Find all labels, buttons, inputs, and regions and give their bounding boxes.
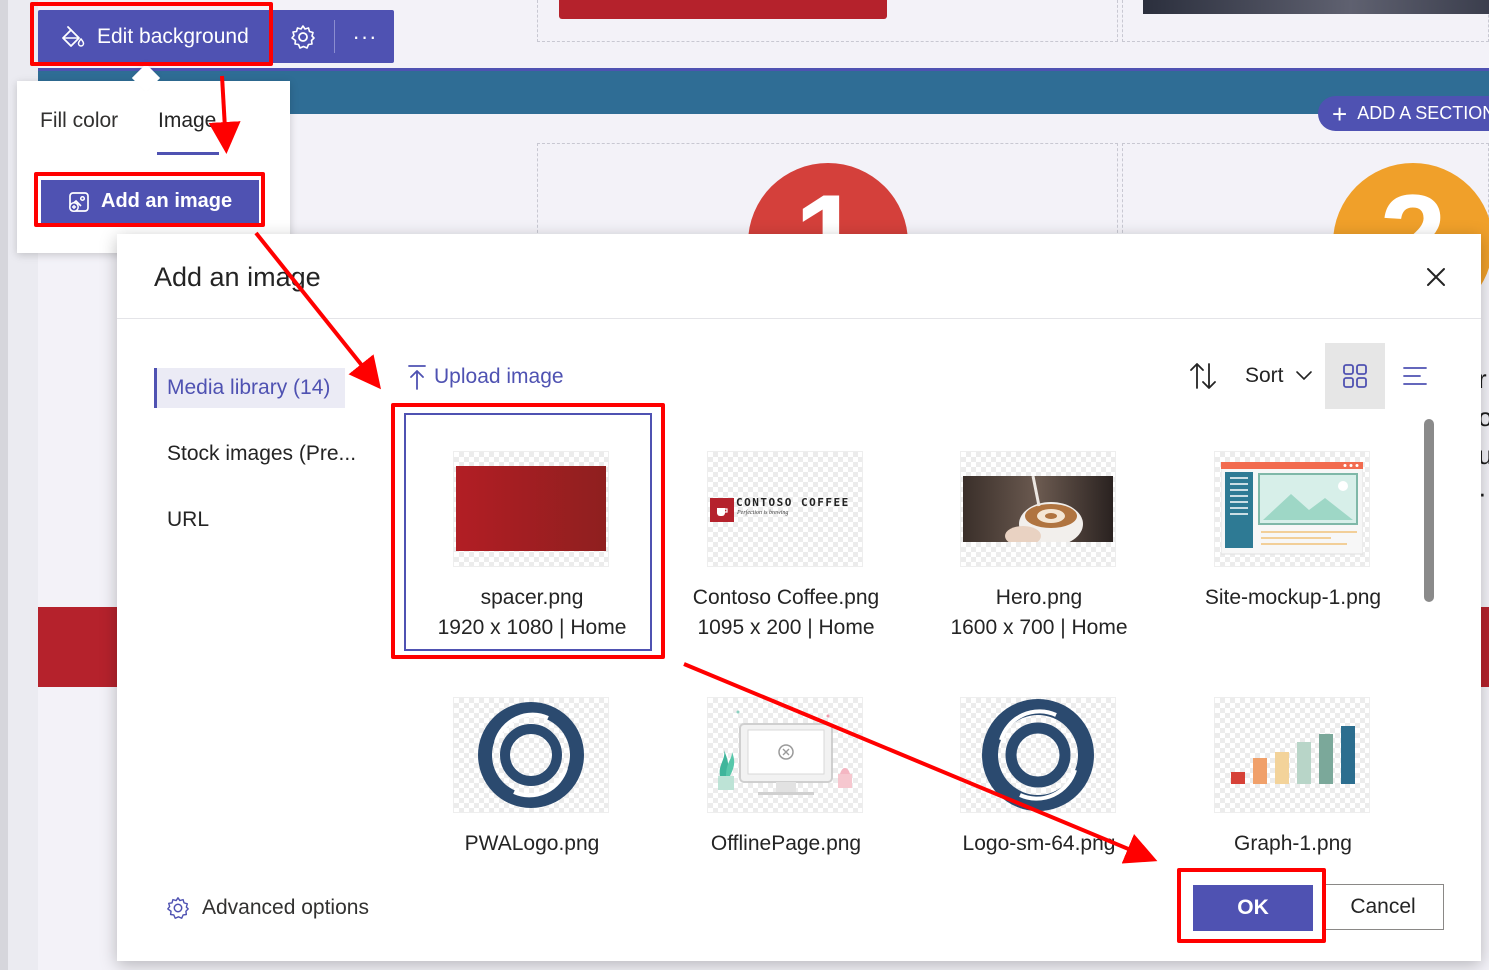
image-meta: 1600 x 700 | Home — [950, 616, 1128, 639]
cancel-button[interactable]: Cancel — [1322, 884, 1444, 930]
close-icon — [1427, 268, 1445, 286]
background-popover — [17, 81, 290, 253]
contoso-logo-tagline: Perfection is brewing — [737, 510, 789, 516]
latte-photo — [963, 476, 1113, 542]
image-name: Contoso Coffee.png — [692, 586, 880, 609]
nav-media-library[interactable]: Media library (14) — [167, 376, 330, 400]
tab-image[interactable]: Image — [158, 109, 216, 133]
annotation-box-add-image — [34, 172, 265, 227]
image-tile[interactable]: CONTOSO COFFEE Perfection is brewing Con… — [659, 414, 899, 644]
image-name: Graph-1.png — [1234, 832, 1352, 855]
advanced-options-label: Advanced options — [202, 896, 369, 919]
ring-logo — [982, 699, 1094, 811]
upload-icon — [408, 365, 426, 390]
bar-graph-illustration — [1231, 726, 1355, 784]
more-icon: ··· — [352, 23, 378, 49]
add-section-label: ADD A SECTION — [1357, 103, 1489, 123]
coffee-cup-icon — [717, 508, 728, 516]
contoso-logo-text: CONTOSO COFFEE — [736, 496, 850, 509]
left-gutter — [0, 0, 8, 970]
grid-view-button[interactable] — [1325, 343, 1385, 409]
nav-stock-images[interactable]: Stock images (Pre... — [167, 442, 356, 466]
annotation-box-selected-image — [391, 403, 665, 659]
close-button[interactable] — [1421, 262, 1451, 292]
sort-direction-button[interactable] — [1188, 360, 1218, 392]
gear-icon — [291, 24, 315, 49]
image-thumbnail: CONTOSO COFFEE Perfection is brewing — [708, 452, 862, 566]
image-thumbnail — [1215, 452, 1369, 566]
background-red-button[interactable] — [559, 0, 887, 19]
tab-image-indicator — [157, 152, 219, 155]
add-section-button[interactable]: + ADD A SECTION — [1318, 96, 1489, 131]
section-settings-button[interactable] — [280, 10, 326, 63]
ring-logo — [478, 702, 584, 808]
image-tile[interactable]: Hero.png 1600 x 700 | Home — [912, 414, 1152, 644]
offline-illustration — [718, 710, 852, 795]
image-tile[interactable]: OfflinePage.png — [659, 660, 899, 890]
toolbar-separator — [334, 20, 335, 53]
image-meta: 1095 x 200 | Home — [697, 616, 875, 639]
background-image-partial — [1143, 0, 1489, 14]
scrollbar-thumb[interactable] — [1424, 419, 1434, 602]
list-icon — [1403, 367, 1427, 385]
image-thumbnail — [961, 698, 1115, 812]
nav-active-indicator — [154, 368, 157, 408]
dialog-title: Add an image — [154, 262, 321, 292]
nav-url[interactable]: URL — [167, 508, 209, 532]
image-name: Hero.png — [995, 586, 1083, 609]
image-tile[interactable]: Site-mockup-1.png — [1166, 414, 1406, 644]
annotation-box-edit-background — [30, 2, 273, 66]
tab-fill-color[interactable]: Fill color — [40, 109, 118, 133]
upload-image-label: Upload image — [434, 365, 564, 388]
advanced-options-button[interactable]: Advanced options — [165, 895, 369, 921]
sort-dropdown[interactable]: Sort — [1245, 364, 1284, 388]
image-thumbnail — [961, 452, 1115, 566]
image-name: PWALogo.png — [464, 832, 600, 855]
image-thumbnail — [454, 698, 608, 812]
image-name: Logo-sm-64.png — [962, 832, 1116, 855]
list-view-button[interactable] — [1400, 360, 1430, 392]
more-options-button[interactable]: ··· — [340, 10, 390, 63]
image-thumbnail — [708, 698, 862, 812]
annotation-box-ok — [1177, 868, 1326, 943]
sort-arrows-icon — [1190, 363, 1216, 389]
site-mockup-illustration — [1221, 462, 1363, 555]
grid-icon — [1343, 364, 1367, 388]
image-tile[interactable]: PWALogo.png — [405, 660, 645, 890]
chevron-down-icon — [1295, 368, 1313, 382]
image-tile[interactable]: Logo-sm-64.png — [912, 660, 1152, 890]
image-name: OfflinePage.png — [710, 832, 862, 855]
upload-image-button[interactable]: Upload image — [406, 362, 564, 392]
plus-icon: + — [1332, 98, 1348, 129]
image-name: Site-mockup-1.png — [1204, 586, 1382, 609]
image-tile[interactable]: Graph-1.png — [1166, 660, 1406, 890]
gear-icon — [167, 897, 189, 919]
dialog-header-divider — [117, 318, 1481, 319]
image-thumbnail — [1215, 698, 1369, 812]
